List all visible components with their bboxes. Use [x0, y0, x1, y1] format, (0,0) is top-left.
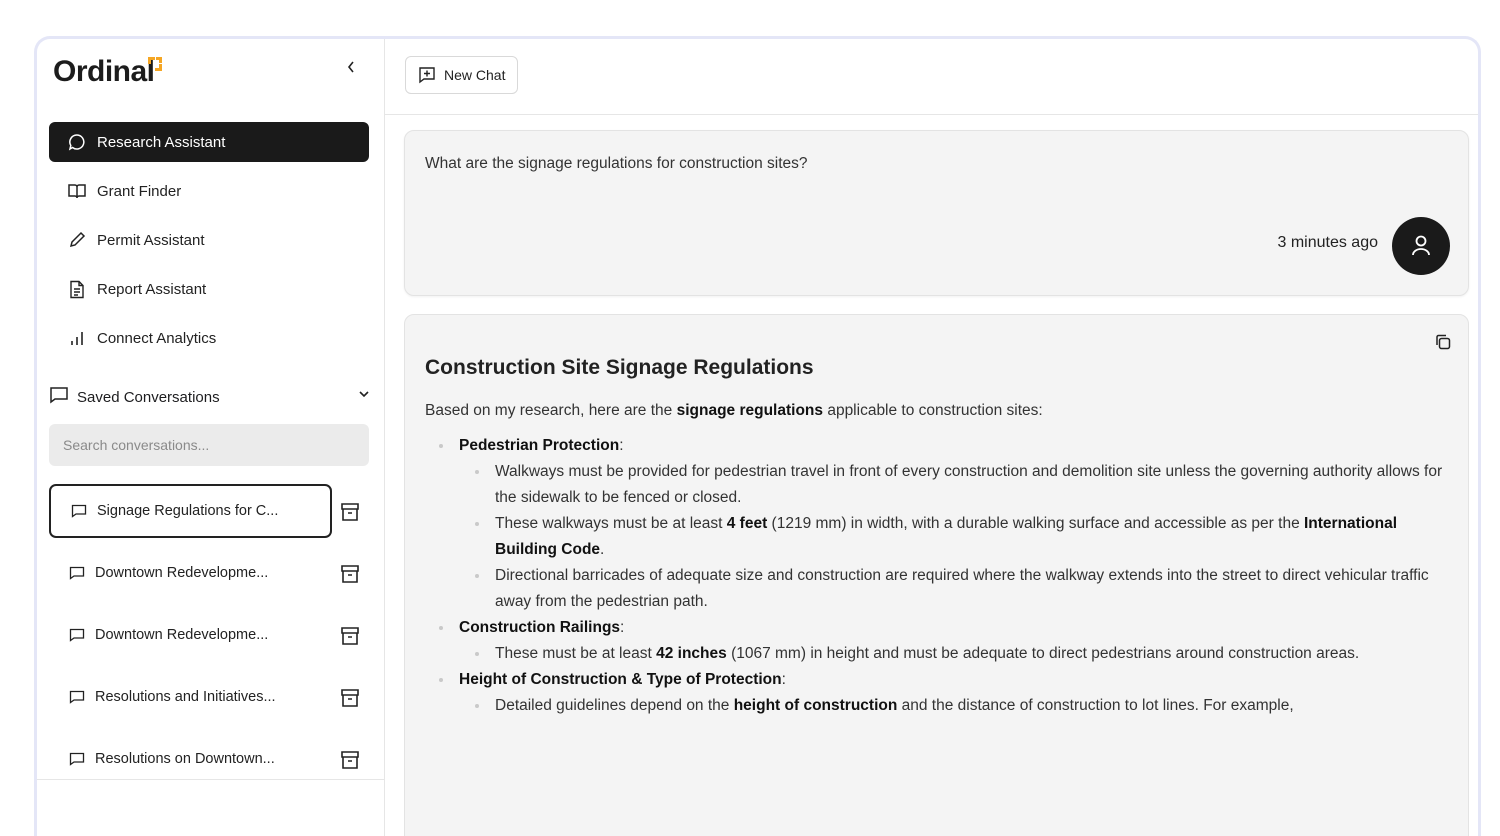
- section-title: Pedestrian Protection: [459, 437, 620, 454]
- list-item: Walkways must be provided for pedestrian…: [425, 459, 1455, 511]
- list-item: These must be at least 42 inches (1067 m…: [425, 641, 1455, 667]
- sidebar-divider: [37, 779, 385, 780]
- item-text: These must be at least: [495, 645, 657, 662]
- nav-label: Permit Assistant: [97, 231, 205, 249]
- conversation-title: Resolutions on Downtown...: [95, 751, 275, 767]
- main-panel: New Chat What are the signage regulation…: [385, 39, 1478, 836]
- section-item: Height of Construction & Type of Protect…: [425, 667, 1455, 693]
- conversation-title: Resolutions and Initiatives...: [95, 689, 276, 705]
- nav-label: Research Assistant: [97, 133, 226, 151]
- document-icon: [67, 279, 87, 299]
- archive-icon[interactable]: [339, 563, 361, 585]
- conversation-link[interactable]: Downtown Redevelopme...: [49, 546, 332, 600]
- answer-heading: Construction Site Signage Regulations: [425, 356, 814, 379]
- conversation-item[interactable]: Resolutions and Initiatives...: [49, 670, 369, 724]
- new-chat-label: New Chat: [444, 67, 506, 83]
- new-chat-icon: [418, 66, 436, 84]
- section-title: Height of Construction & Type of Protect…: [459, 671, 782, 688]
- section-item: Construction Railings:: [425, 615, 1455, 641]
- item-text: (1067 mm) in height and must be adequate…: [726, 645, 1360, 662]
- message-square-icon: [69, 628, 87, 642]
- top-bar: New Chat: [385, 39, 1478, 115]
- item-text: Detailed guidelines depend on the: [495, 697, 734, 714]
- archive-icon[interactable]: [339, 501, 361, 523]
- search-conversations-input[interactable]: [49, 424, 369, 466]
- item-text: Walkways must be provided for pedestrian…: [495, 463, 1443, 506]
- nav-permit-assistant[interactable]: Permit Assistant: [49, 220, 369, 260]
- archive-icon[interactable]: [339, 625, 361, 647]
- item-text: Directional barricades of adequate size …: [495, 567, 1429, 610]
- message-timestamp: 3 minutes ago: [1277, 234, 1378, 251]
- logo-mark-icon: [148, 57, 162, 71]
- nav-research-assistant[interactable]: Research Assistant: [49, 122, 369, 162]
- assistant-message: Construction Site Signage Regulations Ba…: [404, 314, 1469, 836]
- conversation-item[interactable]: Downtown Redevelopme...: [49, 608, 369, 662]
- item-text: .: [600, 541, 605, 558]
- conversation-link[interactable]: Downtown Redevelopme...: [49, 608, 332, 662]
- collapse-sidebar-button[interactable]: [339, 55, 363, 79]
- saved-conversations-label: Saved Conversations: [77, 388, 220, 406]
- list-item: Detailed guidelines depend on the height…: [425, 693, 1455, 719]
- app-logo: Ordinal: [53, 55, 155, 88]
- copy-icon[interactable]: [1434, 333, 1452, 351]
- answer-list: Pedestrian Protection: Walkways must be …: [425, 433, 1455, 719]
- avatar[interactable]: [1392, 217, 1450, 275]
- book-icon: [67, 181, 87, 201]
- item-bold: height of construction: [733, 697, 898, 714]
- message-square-icon: [69, 690, 87, 704]
- conversation-title: Downtown Redevelopme...: [95, 627, 269, 643]
- user-message-text: What are the signage regulations for con…: [425, 155, 808, 172]
- saved-conversations-toggle[interactable]: Saved Conversations: [49, 383, 369, 411]
- chevron-left-icon: [347, 61, 354, 73]
- message-square-icon: [71, 504, 89, 518]
- conversation-link[interactable]: Resolutions on Downtown...: [49, 732, 332, 786]
- conversation-item[interactable]: Resolutions on Downtown...: [49, 732, 369, 786]
- nav-grant-finder[interactable]: Grant Finder: [49, 171, 369, 211]
- message-square-icon: [49, 386, 69, 408]
- conversation-link[interactable]: Signage Regulations for C...: [49, 484, 332, 538]
- conversation-item[interactable]: Downtown Redevelopme...: [49, 546, 369, 600]
- bar-chart-icon: [67, 328, 87, 348]
- archive-icon[interactable]: [339, 749, 361, 771]
- message-square-icon: [69, 752, 87, 766]
- nav-label: Grant Finder: [97, 182, 182, 200]
- intro-text: applicable to construction sites:: [823, 402, 1043, 419]
- conversation-title: Downtown Redevelopme...: [95, 565, 269, 581]
- user-message: What are the signage regulations for con…: [404, 130, 1469, 296]
- chat-bubble-icon: [67, 132, 87, 152]
- user-icon: [1412, 235, 1430, 256]
- chevron-down-icon: [359, 387, 369, 401]
- archive-icon[interactable]: [339, 687, 361, 709]
- section-item: Pedestrian Protection:: [425, 433, 1455, 459]
- message-square-icon: [69, 566, 87, 580]
- sidebar-nav: Research Assistant Grant Finder Permit A…: [49, 122, 369, 367]
- nav-label: Report Assistant: [97, 280, 207, 298]
- intro-text: Based on my research, here are the: [425, 402, 677, 419]
- item-text: These walkways must be at least: [495, 515, 727, 532]
- item-bold: 4 feet: [726, 515, 768, 532]
- sidebar: Ordinal Research Assistant Grant Finder: [37, 39, 385, 836]
- nav-report-assistant[interactable]: Report Assistant: [49, 269, 369, 309]
- item-bold: 42 inches: [656, 645, 727, 662]
- pencil-icon: [67, 230, 87, 250]
- list-item: Directional barricades of adequate size …: [425, 563, 1455, 615]
- section-title: Construction Railings: [459, 619, 621, 636]
- list-item: These walkways must be at least 4 feet (…: [425, 511, 1455, 563]
- app-window: Ordinal Research Assistant Grant Finder: [34, 36, 1481, 836]
- answer-intro: Based on my research, here are the signa…: [425, 402, 1043, 420]
- nav-label: Connect Analytics: [97, 329, 217, 347]
- intro-bold: signage regulations: [676, 402, 824, 419]
- new-chat-button[interactable]: New Chat: [405, 56, 519, 94]
- nav-connect-analytics[interactable]: Connect Analytics: [49, 318, 369, 358]
- conversation-link[interactable]: Resolutions and Initiatives...: [49, 670, 332, 724]
- conversation-title: Signage Regulations for C...: [97, 503, 279, 519]
- conversation-item[interactable]: Signage Regulations for C...: [49, 484, 369, 538]
- item-text: and the distance of construction to lot …: [897, 697, 1294, 714]
- item-text: (1219 mm) in width, with a durable walki…: [767, 515, 1304, 532]
